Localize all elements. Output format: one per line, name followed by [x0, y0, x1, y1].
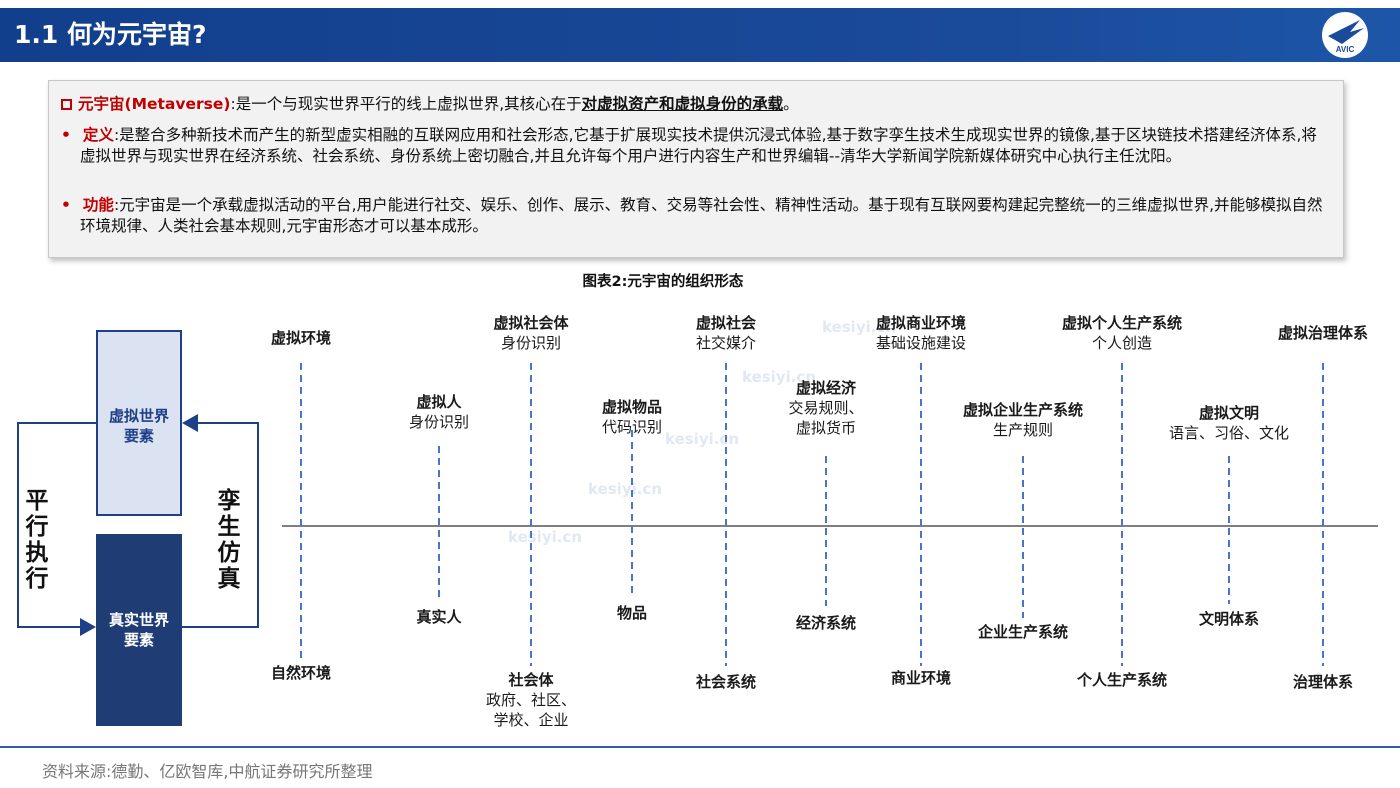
real-world-box: 真实世界 要素 — [96, 534, 182, 726]
virtual-node-8: 虚拟个人生产系统 个人创造 — [1062, 313, 1182, 353]
virtual-node-desc: 身份识别 — [408, 413, 470, 431]
real-node-7: 企业生产系统 — [978, 622, 1068, 642]
label-char: 执 — [25, 540, 49, 566]
label-char: 生 — [217, 514, 241, 540]
real-node-9: 文明体系 — [1199, 609, 1259, 629]
virtual-node-0: 虚拟环境 — [271, 328, 331, 348]
virtual-node-desc: 语言、习俗、文化 — [1168, 424, 1290, 442]
virtual-node-5: 虚拟经济交易规则、虚拟货币 — [783, 378, 869, 438]
twin-simulation-label: 孪 生 仿 真 — [214, 488, 244, 592]
virtual-node-2: 虚拟社会体 身份识别 — [493, 313, 568, 353]
real-node-name: 经济系统 — [795, 614, 857, 632]
virtual-box-line1: 虚拟世界 — [108, 407, 169, 425]
virtual-node-name: 虚拟经济 — [795, 379, 856, 397]
real-node-name: 治理体系 — [1292, 673, 1354, 691]
virtual-world-box: 虚拟世界 要素 — [96, 330, 182, 516]
watermark: kesiyi.cn — [588, 480, 663, 498]
virtual-node-name: 虚拟环境 — [270, 329, 332, 347]
virtual-node-desc: 个人创造 — [1091, 334, 1153, 352]
virtual-node-10: 虚拟治理体系 — [1278, 323, 1368, 343]
virtual-node-desc: 交易规则、虚拟货币 — [788, 399, 864, 437]
label-char: 真 — [217, 566, 241, 592]
virtual-node-name: 虚拟社会体 — [493, 314, 569, 332]
diagram-lines — [17, 363, 1378, 666]
virtual-node-desc: 身份识别 — [500, 334, 562, 352]
watermark: kesiyi.cn — [508, 528, 583, 546]
virtual-node-name: 虚拟社会 — [695, 314, 757, 332]
virtual-node-name: 虚拟企业生产系统 — [962, 401, 1084, 419]
real-node-8: 个人生产系统 — [1077, 670, 1167, 690]
real-node-name: 企业生产系统 — [977, 623, 1069, 641]
label-char: 孪 — [217, 488, 241, 514]
real-node-2: 社会体政府、社区、学校、企业 — [483, 670, 579, 730]
virtual-node-name: 虚拟个人生产系统 — [1061, 314, 1183, 332]
label-char: 平 — [25, 488, 49, 514]
label-char: 仿 — [217, 540, 241, 566]
virtual-node-desc: 生产规则 — [992, 421, 1054, 439]
parallel-execution-label: 平 行 执 行 — [22, 488, 52, 592]
virtual-node-name: 虚拟文明 — [1198, 404, 1260, 422]
real-box-line2: 要素 — [123, 631, 154, 649]
virtual-node-name: 虚拟物品 — [601, 398, 663, 416]
real-node-name: 社会体 — [508, 671, 554, 689]
real-node-6: 商业环境 — [891, 668, 951, 688]
real-box-line1: 真实世界 — [108, 611, 169, 629]
real-node-name: 物品 — [616, 604, 648, 622]
real-node-name: 文明体系 — [1198, 610, 1260, 628]
virtual-node-4: 虚拟社会 社交媒介 — [696, 313, 756, 353]
footer-divider — [0, 746, 1400, 748]
virtual-node-3: 虚拟物品 代码识别 — [602, 397, 662, 437]
virtual-node-name: 虚拟人 — [416, 393, 462, 411]
real-node-5: 经济系统 — [796, 613, 856, 633]
watermark: kesiyi.cn — [665, 430, 740, 448]
source-note: 资料来源:德勤、亿欧智库,中航证券研究所整理 — [42, 762, 373, 781]
real-node-0: 自然环境 — [271, 663, 331, 683]
real-node-desc: 政府、社区、学校、企业 — [485, 691, 576, 729]
virtual-node-desc: 社交媒介 — [695, 334, 757, 352]
real-node-name: 商业环境 — [890, 669, 952, 687]
virtual-node-desc: 基础设施建设 — [875, 334, 967, 352]
real-node-name: 个人生产系统 — [1076, 671, 1168, 689]
virtual-node-name: 虚拟治理体系 — [1277, 324, 1369, 342]
virtual-node-name: 虚拟商业环境 — [875, 314, 967, 332]
real-node-name: 社会系统 — [695, 673, 757, 691]
virtual-node-9: 虚拟文明语言、习俗、文化 — [1169, 403, 1289, 443]
real-node-name: 自然环境 — [270, 664, 332, 682]
virtual-node-7: 虚拟企业生产系统 生产规则 — [963, 400, 1083, 440]
real-node-1: 真实人 — [416, 607, 461, 627]
virtual-node-1: 虚拟人 身份识别 — [409, 392, 469, 432]
real-node-10: 治理体系 — [1293, 672, 1353, 692]
real-node-4: 社会系统 — [696, 672, 756, 692]
label-char: 行 — [25, 566, 49, 592]
virtual-node-desc: 代码识别 — [601, 418, 663, 436]
virtual-box-line2: 要素 — [123, 427, 154, 445]
label-char: 行 — [25, 514, 49, 540]
real-node-3: 物品 — [617, 603, 647, 623]
virtual-node-6: 虚拟商业环境 基础设施建设 — [876, 313, 966, 353]
real-node-name: 真实人 — [416, 608, 462, 626]
